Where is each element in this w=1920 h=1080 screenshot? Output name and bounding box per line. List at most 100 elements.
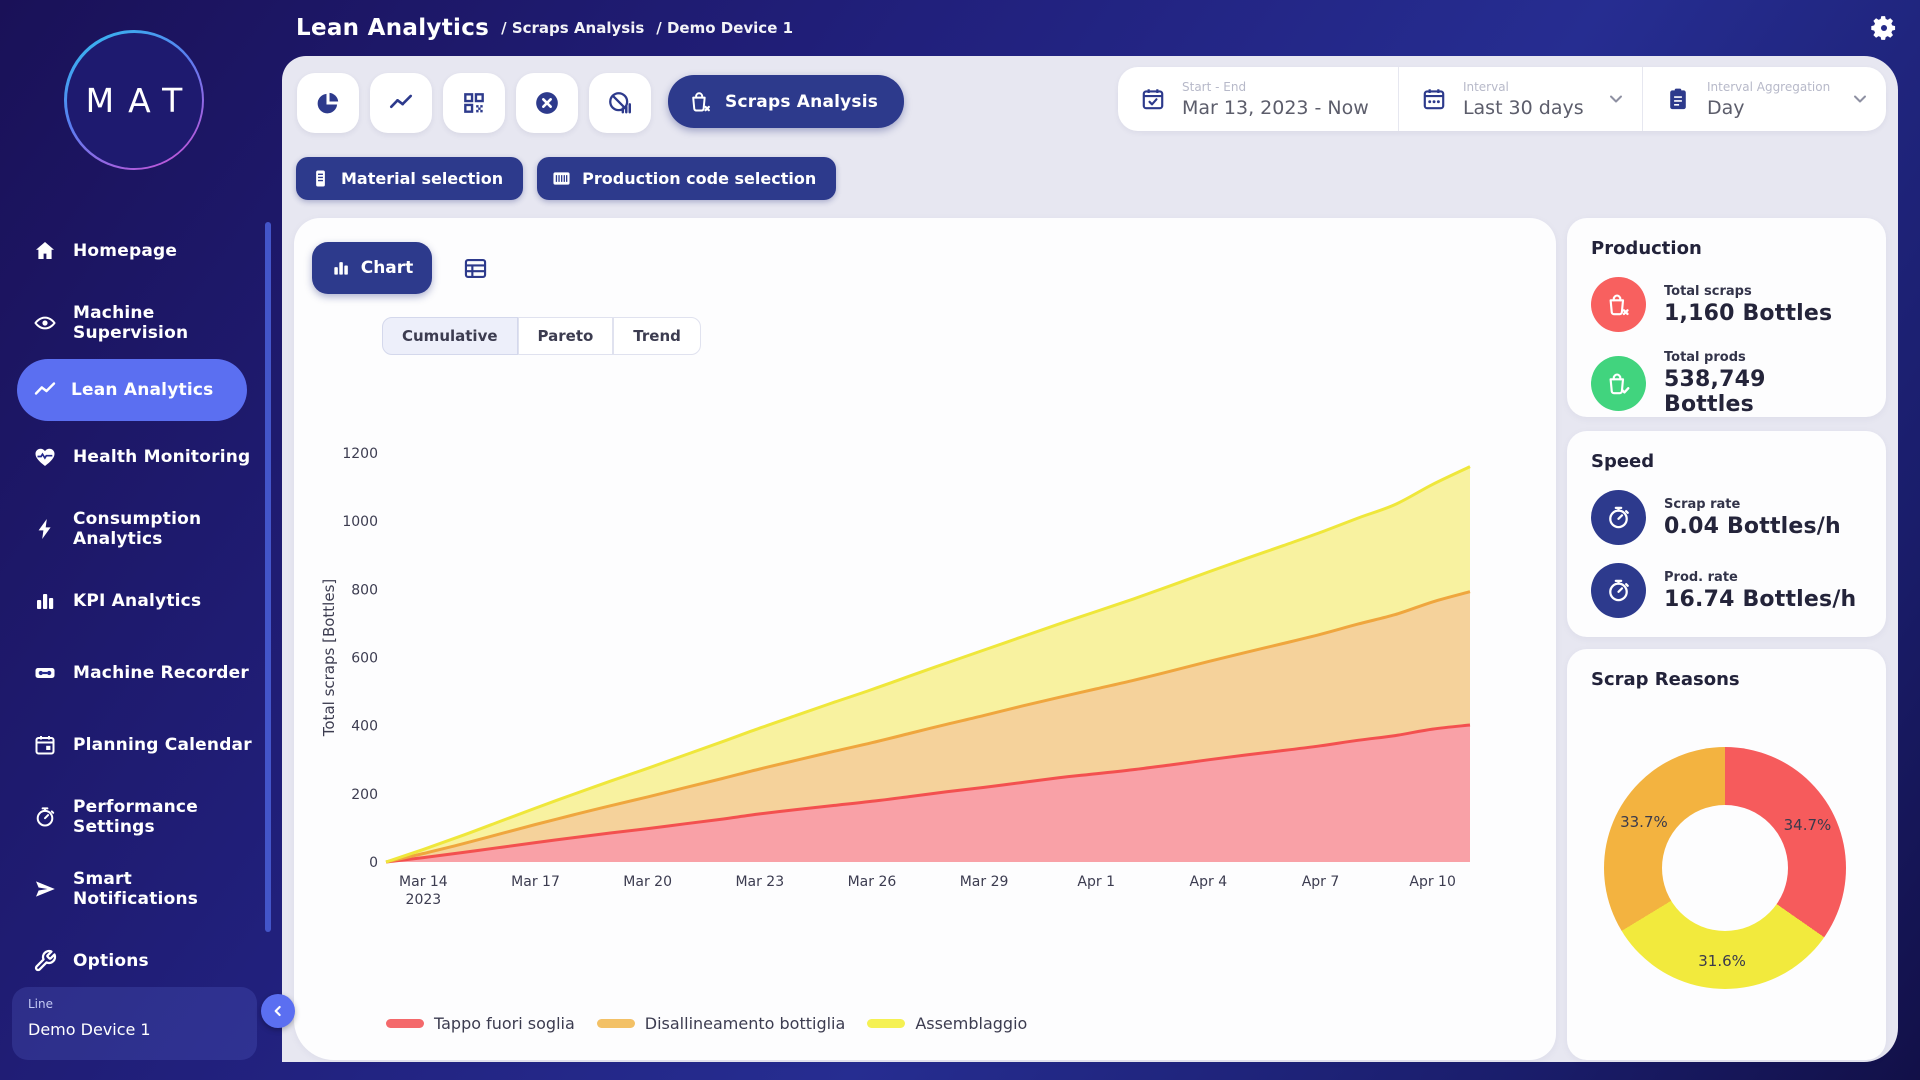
sidebar-item-label: Planning Calendar xyxy=(73,735,252,755)
mat-logo: MAT xyxy=(64,30,204,170)
settings-gear-icon[interactable] xyxy=(1870,14,1898,42)
chart-legend: Tappo fuori soglia Disallineamento bottig… xyxy=(386,1014,1027,1033)
stat-row-total-prods: Total prods538,749 Bottles xyxy=(1591,350,1862,417)
sidebar-item-lean-analytics[interactable]: Lean Analytics xyxy=(17,359,247,421)
bag-x-icon xyxy=(688,89,713,114)
stat-label: Prod. rate xyxy=(1664,570,1856,585)
donut-hole xyxy=(1662,805,1788,931)
sidebar-item-smart-notifications[interactable]: Smart Notifications xyxy=(0,853,282,925)
selector-interval-aggregation[interactable]: Interval Aggregation Day xyxy=(1642,67,1886,131)
device-selector-label: Line xyxy=(28,997,241,1011)
cumulative-area-chart: 020040060080010001200Mar 142023Mar 17Mar… xyxy=(294,218,1556,1060)
stat-row-total-scraps: Total scraps 1,160 Bottles xyxy=(1591,277,1862,332)
speed-stats: Scrap rate0.04 Bottles/hProd. rate16.74 … xyxy=(1591,490,1862,618)
svg-text:Mar 29: Mar 29 xyxy=(960,874,1009,890)
donut-percent-label: 31.6% xyxy=(1698,952,1746,970)
heart-pulse-icon xyxy=(33,445,57,469)
material-selection-button[interactable]: Material selection xyxy=(296,157,523,200)
production-card: Production Total scraps1,160 BottlesTota… xyxy=(1567,218,1886,417)
filter-pill-label: Material selection xyxy=(341,169,503,188)
chevron-down-icon[interactable] xyxy=(1850,89,1870,109)
breadcrumb-crumbs: / Scraps Analysis / Demo Device 1 xyxy=(501,19,793,37)
svg-text:1200: 1200 xyxy=(342,446,378,462)
donut-ring: 34.7%31.6%33.7% xyxy=(1604,747,1846,989)
x-circle-icon xyxy=(534,90,560,116)
material-icon xyxy=(310,168,331,189)
selector-value: Day xyxy=(1707,97,1830,119)
view-button-trend[interactable] xyxy=(370,73,432,133)
legend-swatch xyxy=(597,1019,635,1028)
chart-card: Chart CumulativeParetoTrend 020040060080… xyxy=(294,218,1556,1060)
analysis-view-buttons xyxy=(297,73,651,133)
top-header: Lean Analytics / Scraps Analysis / Demo D… xyxy=(0,0,1920,56)
sidebar-item-planning-calendar[interactable]: Planning Calendar xyxy=(0,709,282,781)
stat-label: Total scraps xyxy=(1664,284,1832,299)
selector-label: Interval Aggregation xyxy=(1707,80,1830,94)
scrap-reasons-card: Scrap Reasons 34.7%31.6%33.7% xyxy=(1567,649,1886,1060)
clipboard-icon xyxy=(1665,86,1691,112)
sidebar-item-label: Options xyxy=(73,951,149,971)
scrap-reasons-donut-chart: 34.7%31.6%33.7% xyxy=(1604,747,1846,989)
sidebar-item-consumption-analytics[interactable]: Consumption Analytics xyxy=(0,493,282,565)
stopwatch-icon xyxy=(33,805,57,829)
donut-percent-label: 34.7% xyxy=(1784,816,1832,834)
stopwatch-icon xyxy=(1591,563,1646,618)
bars-icon xyxy=(33,589,57,613)
no-data-icon xyxy=(607,90,633,116)
view-button-pie[interactable] xyxy=(297,73,359,133)
stat-value: 538,749 Bottles xyxy=(1664,367,1862,417)
selector-start-end[interactable]: Start - EndMar 13, 2023 - Now xyxy=(1118,67,1398,131)
svg-text:800: 800 xyxy=(351,582,378,598)
sidebar-item-kpi-analytics[interactable]: KPI Analytics xyxy=(0,565,282,637)
selector-interval[interactable]: Interval Last 30 days xyxy=(1398,67,1642,131)
sidebar-item-health-monitoring[interactable]: Health Monitoring xyxy=(0,421,282,493)
legend-swatch xyxy=(867,1019,905,1028)
view-button-no-data[interactable] xyxy=(589,73,651,133)
svg-text:Mar 20: Mar 20 xyxy=(623,874,672,890)
device-selector-value: Demo Device 1 xyxy=(28,1020,241,1039)
svg-text:Total scraps [Bottles]: Total scraps [Bottles] xyxy=(320,579,338,737)
breadcrumb-item[interactable]: / Demo Device 1 xyxy=(656,19,793,37)
sidebar-item-performance-settings[interactable]: Performance Settings xyxy=(0,781,282,853)
sidebar-item-homepage[interactable]: Homepage xyxy=(0,215,282,287)
svg-text:Mar 17: Mar 17 xyxy=(511,874,560,890)
stopwatch-icon xyxy=(1591,490,1646,545)
sidebar-item-label: Performance Settings xyxy=(73,797,262,838)
page-title: Lean Analytics xyxy=(296,15,489,41)
legend-swatch xyxy=(386,1019,424,1028)
scraps-analysis-label: Scraps Analysis xyxy=(725,92,878,112)
chevron-down-icon[interactable] xyxy=(1606,89,1626,109)
production-title: Production xyxy=(1591,238,1862,259)
legend-label: Tappo fuori soglia xyxy=(434,1014,575,1033)
sidebar-item-label: Consumption Analytics xyxy=(73,509,262,550)
stat-row-prod-rate: Prod. rate16.74 Bottles/h xyxy=(1591,563,1862,618)
selector-value: Last 30 days xyxy=(1463,97,1584,119)
sidebar-item-label: Homepage xyxy=(73,241,177,261)
selector-label: Start - End xyxy=(1182,80,1369,94)
legend-item-tappo-fuori-soglia[interactable]: Tappo fuori soglia xyxy=(386,1014,575,1033)
stat-value: 1,160 Bottles xyxy=(1664,301,1832,326)
breadcrumb-item[interactable]: / Scraps Analysis xyxy=(501,19,644,37)
sidebar-scrollbar[interactable] xyxy=(265,222,271,932)
logo-text: MAT xyxy=(72,81,197,120)
svg-text:Apr 7: Apr 7 xyxy=(1302,874,1340,890)
svg-text:400: 400 xyxy=(351,719,378,735)
view-button-x-circle[interactable] xyxy=(516,73,578,133)
calendar-plan-icon xyxy=(33,733,57,757)
production-code-selection-button[interactable]: Production code selection xyxy=(537,157,836,200)
sidebar-item-machine-supervision[interactable]: Machine Supervision xyxy=(0,287,282,359)
scraps-analysis-button[interactable]: Scraps Analysis xyxy=(668,75,904,128)
selector-label: Interval xyxy=(1463,80,1584,94)
scrap-reasons-title: Scrap Reasons xyxy=(1591,669,1862,690)
legend-item-assemblaggio[interactable]: Assemblaggio xyxy=(867,1014,1027,1033)
sidebar-collapse-button[interactable] xyxy=(261,994,295,1028)
svg-text:Mar 26: Mar 26 xyxy=(848,874,897,890)
device-selector[interactable]: Line Demo Device 1 xyxy=(12,987,257,1060)
legend-item-disallineamento-bottiglia[interactable]: Disallineamento bottiglia xyxy=(597,1014,846,1033)
legend-label: Assemblaggio xyxy=(915,1014,1027,1033)
view-button-qr[interactable] xyxy=(443,73,505,133)
stat-value: 0.04 Bottles/h xyxy=(1664,514,1841,539)
speed-title: Speed xyxy=(1591,451,1862,472)
sidebar-item-machine-recorder[interactable]: Machine Recorder xyxy=(0,637,282,709)
app-root: Lean Analytics / Scraps Analysis / Demo D… xyxy=(0,0,1920,1080)
